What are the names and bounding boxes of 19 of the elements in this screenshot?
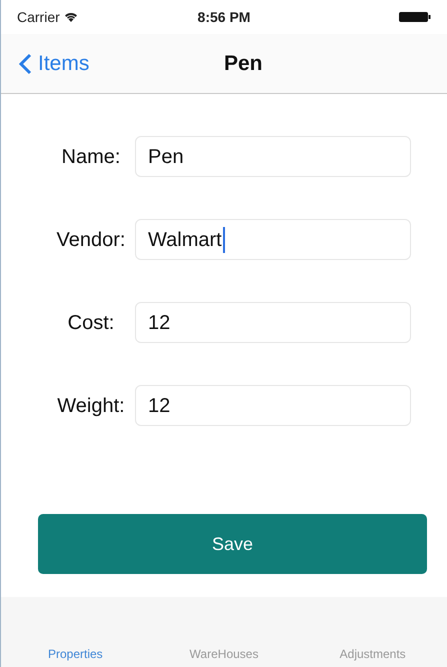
chevron-left-icon [19, 52, 32, 74]
field-label: Weight: [56, 394, 126, 418]
text-field[interactable]: Walmart [135, 219, 411, 260]
battery-icon [398, 11, 431, 23]
tab-item[interactable]: Adjustments [298, 645, 447, 663]
screen-title: Pen [224, 50, 263, 77]
carrier-label: Carrier [17, 8, 60, 26]
field-label: Name: [60, 144, 122, 170]
field-label: Vendor: [56, 228, 126, 252]
status-time: 8:56 PM [198, 8, 250, 26]
save-button[interactable]: Save [38, 514, 427, 574]
field-label: Cost: [66, 310, 116, 336]
text-field[interactable]: Pen [135, 136, 411, 177]
back-button[interactable]: Items [19, 48, 169, 80]
wifi-icon [64, 12, 78, 22]
text-field[interactable]: 12 [135, 302, 411, 343]
tab-item[interactable]: Properties [1, 645, 150, 663]
tab-item[interactable]: WareHouses [150, 645, 298, 663]
text-field[interactable]: 12 [135, 385, 411, 426]
